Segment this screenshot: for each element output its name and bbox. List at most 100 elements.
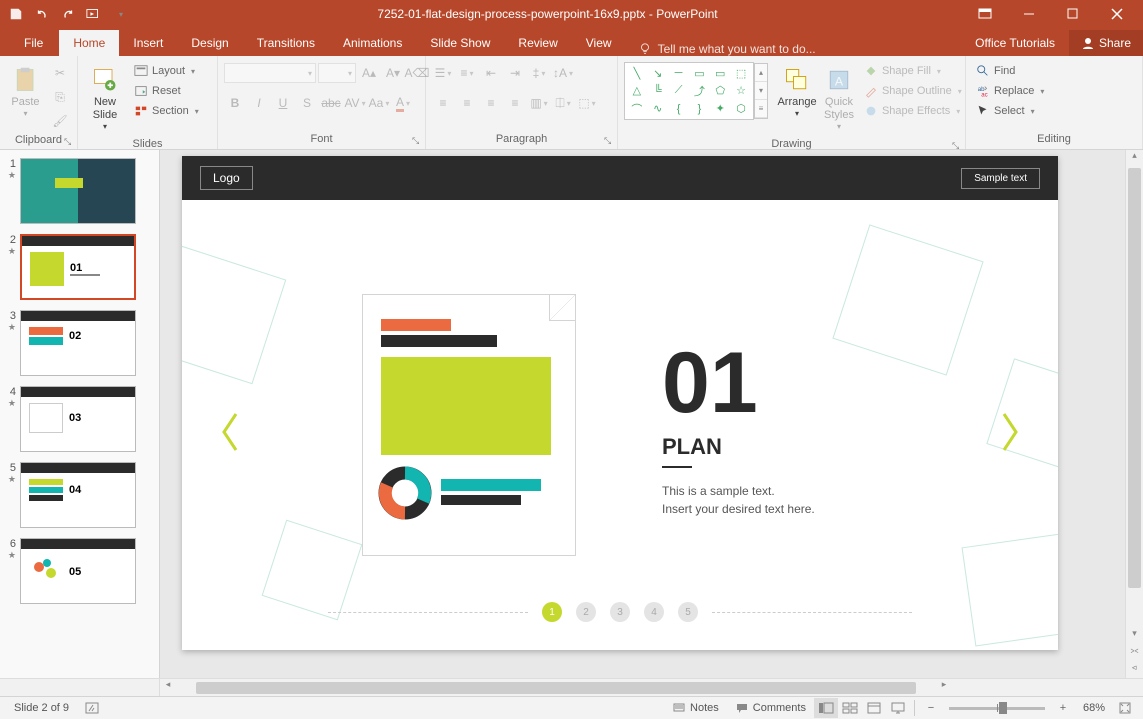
- zoom-slider[interactable]: [949, 707, 1045, 710]
- cut-icon[interactable]: ✂: [49, 62, 71, 84]
- align-left-icon[interactable]: ≡: [432, 92, 454, 114]
- undo-icon[interactable]: [30, 2, 54, 26]
- slide-sorter-view-icon[interactable]: [838, 698, 862, 718]
- underline-icon[interactable]: U: [272, 92, 294, 114]
- vertical-scrollbar[interactable]: ▴ ▾ ⪥ ⪦: [1125, 150, 1143, 678]
- normal-view-icon[interactable]: [814, 698, 838, 718]
- slideshow-view-icon[interactable]: [886, 698, 910, 718]
- start-from-beginning-icon[interactable]: [82, 2, 106, 26]
- copy-icon[interactable]: ⎘: [49, 86, 71, 108]
- shape-fill-button[interactable]: Shape Fill: [860, 62, 966, 80]
- close-icon[interactable]: [1095, 0, 1139, 28]
- strikethrough-icon[interactable]: abc: [320, 92, 342, 114]
- layout-button[interactable]: Layout: [130, 62, 203, 80]
- ribbon-display-options-icon[interactable]: [963, 0, 1007, 28]
- tell-me-search[interactable]: Tell me what you want to do...: [638, 42, 816, 56]
- select-button[interactable]: Select: [972, 102, 1048, 120]
- qat-customize-icon[interactable]: [108, 2, 132, 26]
- char-spacing-icon[interactable]: AV: [344, 92, 366, 114]
- shape-effects-button[interactable]: Shape Effects: [860, 102, 966, 120]
- thumbnail-5[interactable]: 5★ 04: [4, 462, 155, 528]
- format-painter-icon[interactable]: 🖌: [49, 110, 71, 132]
- zoom-level[interactable]: 68%: [1075, 702, 1113, 714]
- tab-home[interactable]: Home: [59, 30, 119, 56]
- decrease-indent-icon[interactable]: ⇤: [480, 62, 502, 84]
- bullets-icon[interactable]: ☰: [432, 62, 454, 84]
- thumbnail-2[interactable]: 2★ 01: [4, 234, 155, 300]
- tab-file[interactable]: File: [8, 30, 59, 56]
- align-right-icon[interactable]: ≡: [480, 92, 502, 114]
- reading-view-icon[interactable]: [862, 698, 886, 718]
- numbering-icon[interactable]: ≡: [456, 62, 478, 84]
- fit-to-window-icon[interactable]: [1113, 698, 1137, 718]
- paste-button[interactable]: Paste▾: [6, 62, 45, 123]
- logo-placeholder[interactable]: Logo: [200, 166, 253, 190]
- save-icon[interactable]: [4, 2, 28, 26]
- minimize-icon[interactable]: [1007, 0, 1051, 28]
- tab-slideshow[interactable]: Slide Show: [416, 30, 504, 56]
- zoom-in-icon[interactable]: +: [1051, 698, 1075, 718]
- spell-check-icon[interactable]: [77, 701, 109, 715]
- replace-button[interactable]: abacReplace: [972, 82, 1048, 100]
- align-center-icon[interactable]: ≡: [456, 92, 478, 114]
- sample-text-placeholder[interactable]: Sample text: [961, 168, 1040, 189]
- smartart-icon[interactable]: ⬚: [576, 92, 598, 114]
- thumbnail-1[interactable]: 1★: [4, 158, 155, 224]
- arrange-button[interactable]: Arrange▾: [776, 62, 818, 123]
- thumbnail-3[interactable]: 3★ 02: [4, 310, 155, 376]
- thumbnail-4[interactable]: 4★ 03: [4, 386, 155, 452]
- maximize-icon[interactable]: [1051, 0, 1095, 28]
- share-button[interactable]: Share: [1069, 30, 1143, 56]
- clear-formatting-icon[interactable]: A⌫: [406, 62, 428, 84]
- shapes-gallery[interactable]: ╲↘─▭▭⬚ △╚⟋⤴⬠☆ ⌒∿{}✦⬡ ▴▾≡: [624, 62, 754, 120]
- section-button[interactable]: Section: [130, 102, 203, 120]
- change-case-icon[interactable]: Aa: [368, 92, 390, 114]
- thumbnail-6[interactable]: 6★ 05: [4, 538, 155, 604]
- shadow-icon[interactable]: S: [296, 92, 318, 114]
- prev-arrow-icon[interactable]: [218, 410, 242, 454]
- redo-icon[interactable]: [56, 2, 80, 26]
- increase-indent-icon[interactable]: ⇥: [504, 62, 526, 84]
- align-text-icon[interactable]: ⎅: [552, 92, 574, 114]
- dot-1[interactable]: 1: [542, 602, 562, 622]
- tab-insert[interactable]: Insert: [119, 30, 177, 56]
- new-slide-button[interactable]: New Slide▾: [84, 62, 126, 136]
- office-tutorials-button[interactable]: Office Tutorials: [963, 30, 1067, 56]
- font-color-icon[interactable]: A: [392, 92, 414, 114]
- line-spacing-icon[interactable]: ‡: [528, 62, 550, 84]
- reset-button[interactable]: Reset: [130, 82, 203, 100]
- tab-view[interactable]: View: [572, 30, 626, 56]
- shape-line-icon[interactable]: ╲: [627, 65, 647, 82]
- font-size-combo[interactable]: [318, 63, 356, 83]
- zoom-out-icon[interactable]: −: [919, 698, 943, 718]
- comments-button[interactable]: Comments: [727, 702, 814, 714]
- dot-2[interactable]: 2: [576, 602, 596, 622]
- slide-thumbnails-pane[interactable]: 1★ 2★ 01 3★ 02 4★ 03 5★ 04 6★ 05: [0, 150, 160, 678]
- current-slide[interactable]: Logo Sample text: [182, 156, 1058, 650]
- increase-font-icon[interactable]: A▴: [358, 62, 380, 84]
- tab-review[interactable]: Review: [504, 30, 571, 56]
- document-illustration[interactable]: [362, 294, 576, 556]
- next-arrow-icon[interactable]: [998, 410, 1022, 454]
- bold-icon[interactable]: B: [224, 92, 246, 114]
- dot-5[interactable]: 5: [678, 602, 698, 622]
- notes-button[interactable]: Notes: [664, 702, 727, 714]
- tab-animations[interactable]: Animations: [329, 30, 416, 56]
- tab-design[interactable]: Design: [177, 30, 242, 56]
- tab-transitions[interactable]: Transitions: [243, 30, 329, 56]
- quick-styles-button[interactable]: A Quick Styles▾: [822, 62, 856, 136]
- find-button[interactable]: Find: [972, 62, 1048, 80]
- dot-3[interactable]: 3: [610, 602, 630, 622]
- slide-canvas[interactable]: Logo Sample text: [160, 150, 1143, 678]
- italic-icon[interactable]: I: [248, 92, 270, 114]
- text-direction-icon[interactable]: ↕A: [552, 62, 574, 84]
- font-family-combo[interactable]: [224, 63, 316, 83]
- dot-4[interactable]: 4: [644, 602, 664, 622]
- horizontal-scrollbar[interactable]: ◂ ▸: [0, 678, 1143, 696]
- columns-icon[interactable]: ▥: [528, 92, 550, 114]
- decrease-font-icon[interactable]: A▾: [382, 62, 404, 84]
- slide-content-text[interactable]: 01 PLAN This is a sample text. Insert yo…: [662, 340, 815, 518]
- slide-counter[interactable]: Slide 2 of 9: [6, 702, 77, 714]
- justify-icon[interactable]: ≡: [504, 92, 526, 114]
- shape-outline-button[interactable]: Shape Outline: [860, 82, 966, 100]
